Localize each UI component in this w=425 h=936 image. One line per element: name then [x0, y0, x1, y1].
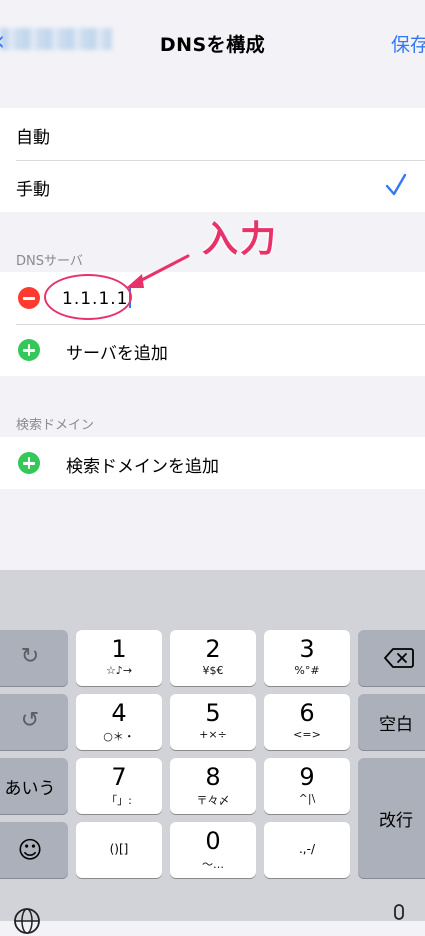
add-server-label: サーバを追加 — [66, 344, 168, 364]
backspace-icon — [384, 648, 414, 668]
search-section-header: 検索ドメイン — [16, 418, 95, 433]
key-9[interactable]: 9 ^|\ — [264, 758, 350, 814]
mode-option-manual[interactable]: 手動 — [0, 160, 425, 212]
add-server-icon[interactable] — [18, 339, 40, 361]
key-sub: %°# — [294, 664, 320, 677]
key-punct-label: .,-/ — [298, 842, 315, 856]
key-digit: 2 — [205, 635, 221, 663]
save-button[interactable]: 保存 — [391, 30, 425, 57]
key-digit: 3 — [299, 635, 315, 663]
space-key[interactable]: 空白 — [358, 694, 425, 750]
undo-key[interactable]: ↻ — [0, 630, 68, 686]
delete-key[interactable] — [358, 630, 425, 686]
key-digit: 1 — [111, 635, 127, 663]
dns-section-header: DNSサーバ — [16, 254, 83, 269]
mode-option-label: 自動 — [16, 128, 50, 148]
mode-option-label: 手動 — [16, 180, 50, 200]
key-sub: 〜… — [202, 858, 224, 871]
key-8[interactable]: 8 〒々〆 — [170, 758, 256, 814]
add-search-domain-label: 検索ドメインを追加 — [66, 457, 219, 477]
search-domain-group: 検索ドメインを追加 — [0, 437, 425, 489]
key-digit: 5 — [205, 699, 221, 727]
key-sub: 〒々〆 — [196, 794, 230, 807]
add-server-row[interactable]: サーバを追加 — [0, 324, 425, 376]
redo-icon: ↺ — [20, 708, 40, 733]
annotation-ellipse — [44, 274, 132, 320]
remove-server-icon[interactable] — [18, 287, 40, 309]
redo-key[interactable]: ↺ — [0, 694, 68, 750]
add-search-domain-icon[interactable] — [18, 452, 40, 474]
checkmark-icon — [385, 173, 407, 196]
return-key[interactable]: 改行 — [358, 758, 425, 878]
key-sub: ¥$€ — [202, 664, 224, 677]
undo-icon: ↻ — [20, 644, 40, 669]
key-7[interactable]: 7 「」: — [76, 758, 162, 814]
key-punct[interactable]: .,-/ — [264, 822, 350, 878]
microphone-icon[interactable] — [390, 904, 408, 924]
key-sub: <=> — [293, 728, 321, 741]
space-key-label: 空白 — [379, 715, 413, 735]
numeric-keyboard: ↻ ↺ あいう ☺ 1 ☆♪→ 2 ¥$€ 3 %°# 4 ○＊・ 5 +×÷ … — [0, 570, 425, 934]
key-sub: +×÷ — [199, 728, 227, 741]
return-key-label: 改行 — [379, 811, 413, 831]
globe-icon[interactable] — [12, 906, 42, 936]
key-5[interactable]: 5 +×÷ — [170, 694, 256, 750]
key-digit: 8 — [205, 763, 221, 791]
key-digit: 7 — [111, 763, 127, 791]
mode-group: 自動 手動 — [0, 108, 425, 212]
key-sub: ^|\ — [298, 792, 316, 805]
emoji-icon: ☺ — [17, 836, 43, 864]
key-digit: 6 — [299, 699, 315, 727]
kana-key[interactable]: あいう — [0, 758, 68, 814]
key-sub: ☆♪→ — [105, 664, 133, 677]
key-6[interactable]: 6 <=> — [264, 694, 350, 750]
kana-key-label: あいう — [4, 779, 56, 799]
key-digit: 0 — [205, 827, 221, 855]
key-sub: ○＊・ — [103, 730, 135, 743]
mode-option-auto[interactable]: 自動 — [0, 108, 425, 160]
key-parens[interactable]: ()[] — [76, 822, 162, 878]
key-sub: 「」: — [106, 794, 132, 807]
key-2[interactable]: 2 ¥$€ — [170, 630, 256, 686]
nav-bar: ‹ DNSを構成 保存 — [0, 0, 425, 84]
key-0[interactable]: 0 〜… — [170, 822, 256, 878]
key-1[interactable]: 1 ☆♪→ — [76, 630, 162, 686]
key-4[interactable]: 4 ○＊・ — [76, 694, 162, 750]
emoji-key[interactable]: ☺ — [0, 822, 68, 878]
key-digit: 9 — [299, 763, 315, 791]
add-search-domain-row[interactable]: 検索ドメインを追加 — [0, 437, 425, 489]
key-parens-label: ()[] — [109, 842, 129, 856]
page-title: DNSを構成 — [159, 34, 266, 56]
key-digit: 4 — [111, 699, 127, 727]
annotation-label: 入力 — [202, 219, 279, 260]
key-3[interactable]: 3 %°# — [264, 630, 350, 686]
